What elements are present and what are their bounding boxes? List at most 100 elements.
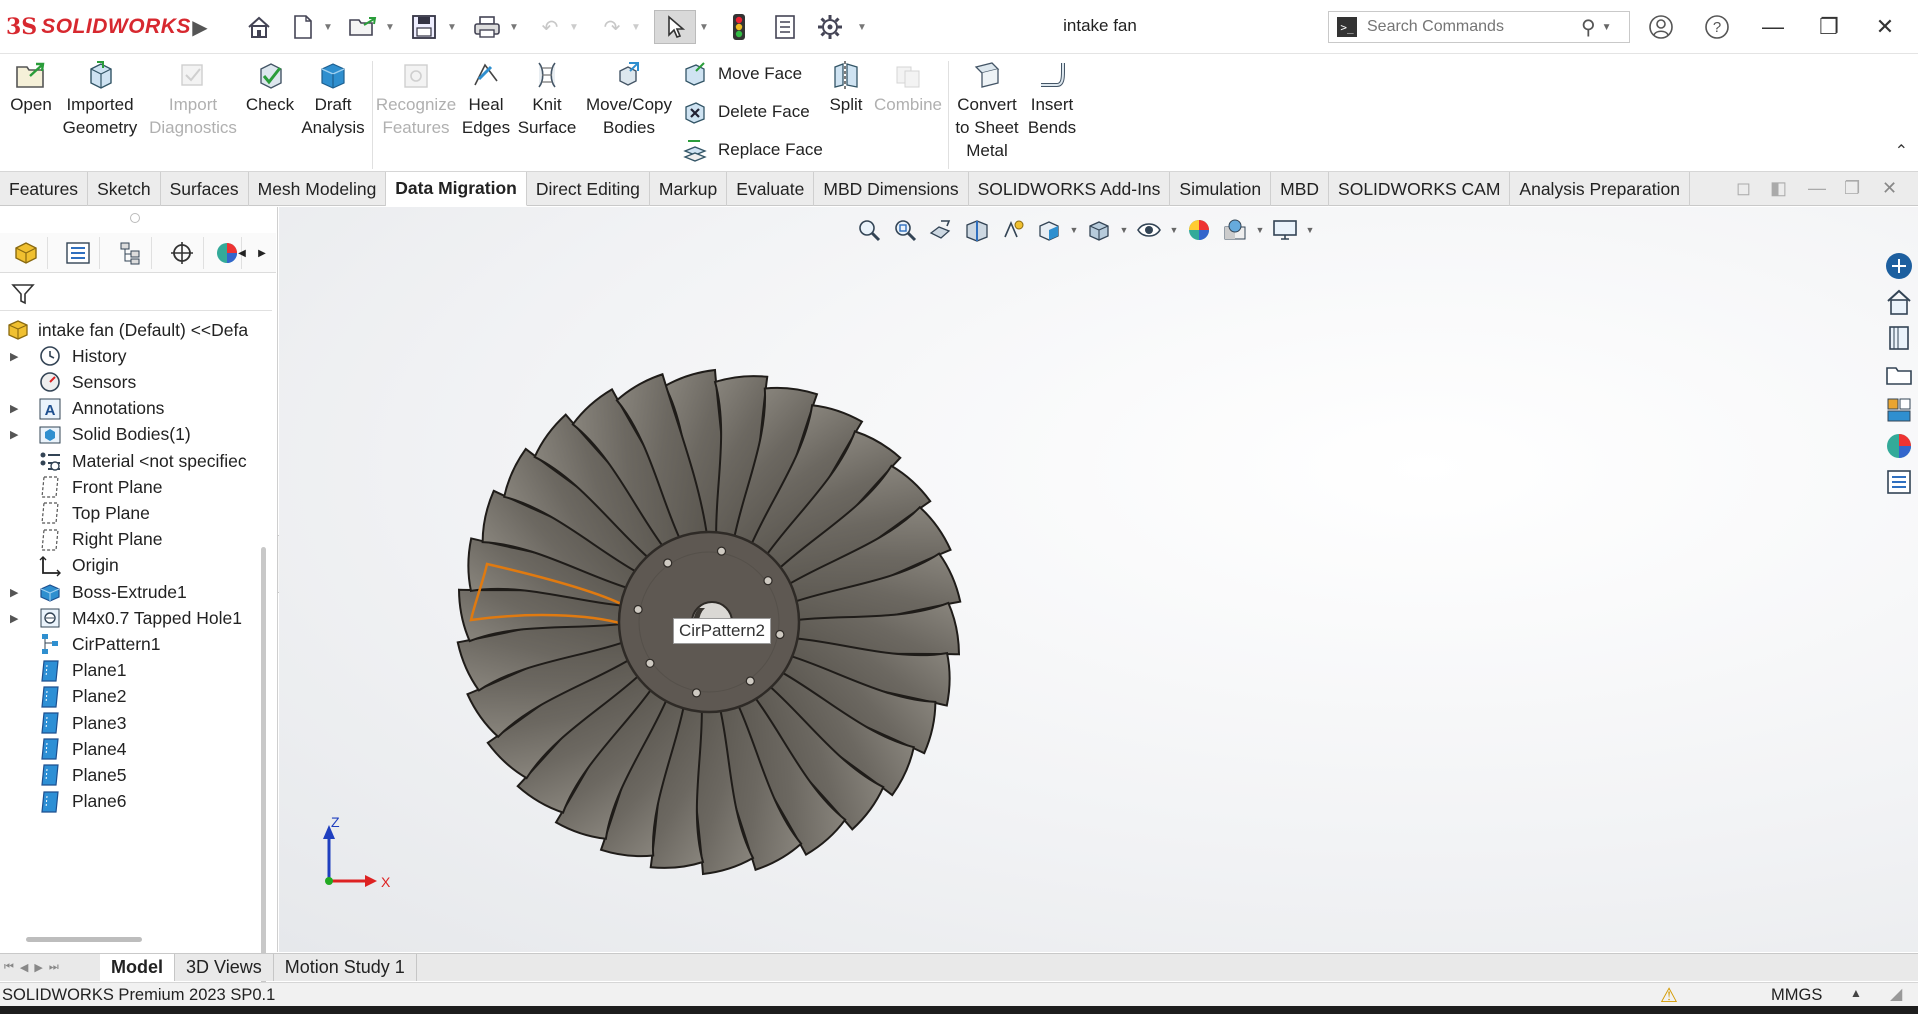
bottom-tab-3d-views[interactable]: 3D Views [175, 954, 274, 981]
save-icon[interactable] [408, 10, 440, 44]
options-gear-icon[interactable] [812, 10, 848, 44]
move-face-button[interactable]: Move Face [682, 61, 802, 87]
tab-solidworks-cam[interactable]: SOLIDWORKS CAM [1329, 172, 1511, 206]
print-dropdown-icon[interactable]: ▼ [508, 10, 520, 44]
rebuild-traffic-light-icon[interactable] [722, 10, 756, 44]
expand-arrow-icon[interactable]: ▶ [10, 428, 22, 441]
search-icon[interactable]: ⚲ [1581, 15, 1596, 40]
select-dropdown-icon[interactable]: ▼ [698, 10, 710, 44]
section-view-icon[interactable] [959, 215, 995, 245]
tab-sketch[interactable]: Sketch [88, 172, 161, 206]
appearance-sphere-icon[interactable] [1884, 431, 1914, 461]
next-tab-icon[interactable]: ▶ [34, 961, 42, 974]
new-document-icon[interactable] [288, 10, 318, 44]
tab-solidworks-add-ins[interactable]: SOLIDWORKS Add-Ins [969, 172, 1171, 206]
delete-face-button[interactable]: Delete Face [682, 99, 810, 125]
open-button[interactable]: Open [6, 59, 56, 116]
search-commands-box[interactable]: >_ ⚲ ▼ [1328, 11, 1630, 43]
panel-grip-handle[interactable] [130, 213, 140, 223]
heal-edges-button[interactable]: Heal Edges [460, 59, 512, 139]
tree-horizontal-scrollbar[interactable] [26, 937, 142, 942]
close-window-icon[interactable]: ✕ [1868, 10, 1902, 44]
tab-evaluate[interactable]: Evaluate [727, 172, 815, 206]
new-dropdown-icon[interactable]: ▼ [322, 10, 334, 44]
expand-arrow-icon[interactable]: ▶ [10, 402, 22, 415]
filter-funnel-icon[interactable] [10, 281, 36, 307]
tab-markup[interactable]: Markup [650, 172, 728, 206]
knit-surface-button[interactable]: Knit Surface [514, 59, 580, 139]
undo-icon[interactable]: ↶ [534, 10, 566, 44]
design-library-icon[interactable] [1884, 287, 1914, 317]
tab-mesh-modeling[interactable]: Mesh Modeling [249, 172, 387, 206]
expand-arrow-icon[interactable]: ▶ [10, 350, 22, 363]
zoom-to-area-icon[interactable] [887, 215, 923, 245]
insert-bends-button[interactable]: Insert Bends [1024, 59, 1080, 139]
unit-system-menu-icon[interactable]: ▲ [1850, 986, 1862, 1000]
previous-view-icon[interactable] [923, 215, 959, 245]
document-restore-icon[interactable]: ❐ [1844, 178, 1860, 199]
display-style-icon[interactable] [1081, 215, 1117, 245]
dimxpert-tab-icon[interactable] [160, 237, 204, 269]
minimize-window-icon[interactable]: — [1756, 10, 1790, 44]
custom-properties-icon[interactable] [1884, 467, 1914, 497]
tab-mbd[interactable]: MBD [1271, 172, 1330, 206]
open-folder-icon[interactable] [346, 10, 380, 44]
split-view-icon[interactable]: ◧ [1770, 178, 1787, 199]
bottom-tab-motion-study-1[interactable]: Motion Study 1 [274, 954, 417, 981]
bottom-tab-model[interactable]: Model [100, 954, 175, 981]
restore-window-icon[interactable]: ❐ [1812, 10, 1846, 44]
expand-arrow-icon[interactable]: ▶ [10, 586, 22, 599]
tab-data-migration[interactable]: Data Migration [386, 172, 527, 206]
previous-tab-icon[interactable]: ◀ [20, 961, 28, 974]
tab-analysis-preparation[interactable]: Analysis Preparation [1510, 172, 1690, 206]
edit-appearance-icon[interactable] [1181, 215, 1217, 245]
resize-grip-icon[interactable]: ◢ [1890, 984, 1902, 1004]
tree-filter-bar[interactable] [0, 275, 272, 311]
combine-button[interactable]: Combine [872, 59, 944, 116]
hide-show-dropdown-icon[interactable]: ▼ [1167, 215, 1181, 245]
search-commands-input[interactable] [1367, 18, 1577, 36]
move-copy-bodies-button[interactable]: Move/Copy Bodies [582, 59, 676, 139]
view-settings-dropdown-icon[interactable]: ▼ [1303, 215, 1317, 245]
last-tab-icon[interactable]: ⏭ [49, 961, 59, 974]
file-properties-icon[interactable] [768, 10, 802, 44]
appearances-scenes-icon[interactable] [1884, 395, 1914, 425]
file-explorer-icon[interactable] [1884, 323, 1914, 353]
dynamic-annotation-views-icon[interactable] [995, 215, 1031, 245]
rebuild-warning-icon[interactable]: ⚠ [1660, 983, 1678, 1008]
user-account-icon[interactable] [1644, 10, 1678, 44]
first-tab-icon[interactable]: ⏮ [4, 961, 14, 974]
tab-simulation[interactable]: Simulation [1170, 172, 1272, 206]
redo-dropdown-icon[interactable]: ▼ [630, 10, 642, 44]
document-minimize-icon[interactable]: — [1808, 178, 1826, 199]
apply-scene-icon[interactable] [1217, 215, 1253, 245]
graphics-area[interactable]: ▼ ▼ ▼ ▼ ▼ CirPattern2 Z X [279, 207, 1918, 952]
configuration-manager-tab-icon[interactable] [108, 237, 152, 269]
split-button[interactable]: Split [820, 59, 872, 116]
tab-navigation-arrows[interactable]: ⏮ ◀ ▶ ⏭ [0, 954, 100, 981]
search-dropdown-icon[interactable]: ▼ [1602, 22, 1612, 33]
document-close-icon[interactable]: ✕ [1882, 178, 1897, 199]
property-manager-tab-icon[interactable] [56, 237, 100, 269]
undo-dropdown-icon[interactable]: ▼ [568, 10, 580, 44]
view-orientation-dropdown-icon[interactable]: ▼ [1067, 215, 1081, 245]
redo-icon[interactable]: ↷ [596, 10, 628, 44]
tab-direct-editing[interactable]: Direct Editing [527, 172, 650, 206]
tree-vertical-scrollbar[interactable] [261, 547, 266, 987]
replace-face-button[interactable]: Replace Face [682, 137, 823, 163]
feature-manager-tab-icon[interactable] [4, 237, 48, 269]
check-button[interactable]: Check [244, 59, 296, 116]
print-icon[interactable] [470, 10, 504, 44]
import-diagnostics-button[interactable]: Import Diagnostics [144, 59, 242, 139]
collapse-ribbon-chevron-icon[interactable]: ⌃ [1895, 141, 1908, 161]
imported-geometry-button[interactable]: Imported Geometry [60, 59, 140, 139]
tab-scroll-right-icon[interactable]: ▶ [254, 237, 270, 269]
display-style-dropdown-icon[interactable]: ▼ [1117, 215, 1131, 245]
solidworks-resources-icon[interactable] [1884, 251, 1914, 281]
zoom-to-fit-icon[interactable] [851, 215, 887, 245]
tab-features[interactable]: Features [0, 172, 89, 206]
select-arrow-icon[interactable] [654, 10, 696, 44]
apply-scene-dropdown-icon[interactable]: ▼ [1253, 215, 1267, 245]
view-orientation-icon[interactable] [1031, 215, 1067, 245]
home-icon[interactable] [242, 10, 276, 44]
